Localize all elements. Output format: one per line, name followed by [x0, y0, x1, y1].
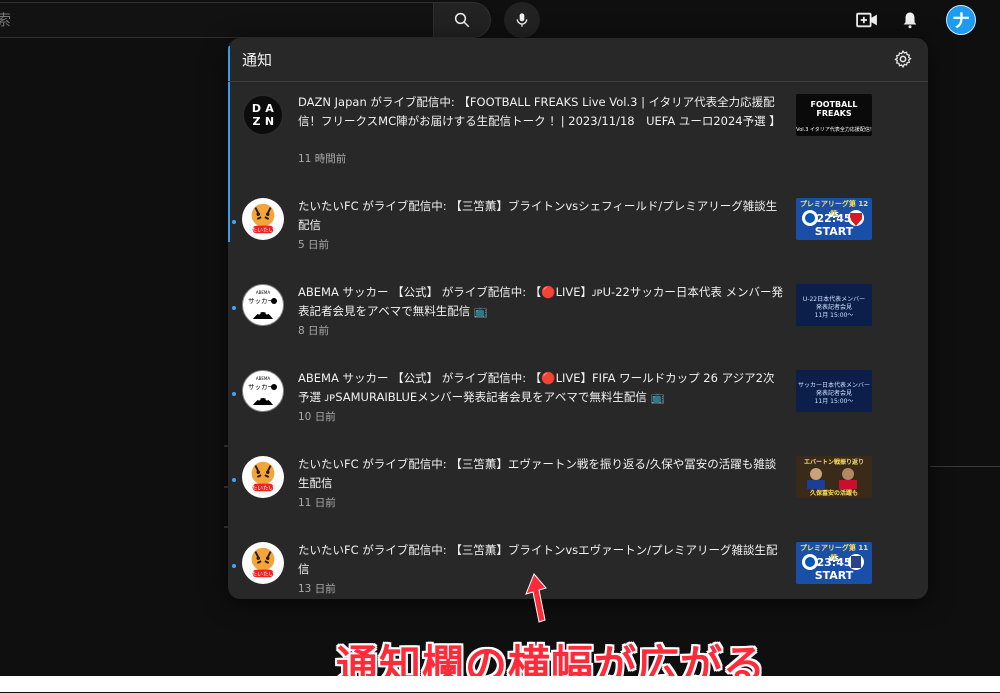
avatar-letter: ナ: [952, 11, 970, 32]
abema-soccer-icon: ABEMA サッカー: [248, 290, 277, 319]
video-create-icon: [856, 12, 877, 28]
notification-text: ABEMA サッカー 【公式】 がライブ配信中: 【🔴LIVE】FIFA ワール…: [298, 371, 775, 404]
thumb-date: 11月 15:00〜: [814, 312, 854, 319]
channel-avatar-dazn[interactable]: DAZN: [242, 94, 284, 136]
channel-avatar-taitai[interactable]: たいたい: [242, 542, 284, 584]
thumb-title-1: サッカー日本代表メンバー: [797, 382, 870, 389]
thumb-caption: Vol.3 イタリア代表全力応援配信!: [796, 127, 872, 133]
notification-item[interactable]: ABEMA サッカー ABEMA サッカー 【公式】 がライブ配信中: 【🔴LIV…: [228, 274, 928, 360]
players-image: [807, 468, 857, 489]
unread-indicator: [232, 220, 236, 224]
notification-thumbnail[interactable]: プレミアリーグ第 11 節 VS 23:45 START: [796, 542, 872, 584]
search-button[interactable]: [434, 2, 491, 38]
notification-time: 11 日前: [298, 497, 336, 509]
svg-text:サッカー: サッカー: [248, 383, 274, 391]
search-input[interactable]: [0, 3, 416, 37]
abema-soccer-icon: ABEMA サッカー: [248, 376, 277, 405]
svg-text:たいたい: たいたい: [252, 227, 275, 234]
thumb-title-2: 発表記者会見: [815, 390, 852, 397]
channel-avatar-taitai[interactable]: たいたい: [242, 456, 284, 498]
bottom-strip: [0, 676, 1000, 692]
thumb-title-2: 発表記者会見: [815, 304, 852, 311]
unread-indicator: [232, 392, 236, 396]
svg-text:サッカー: サッカー: [248, 297, 274, 305]
tiger-icon: たいたい: [251, 203, 275, 234]
mic-icon: [516, 13, 528, 27]
thumb-start-time: 22:45 START: [814, 212, 854, 238]
notifications-button[interactable]: [895, 6, 925, 34]
create-button[interactable]: [852, 6, 882, 34]
svg-text:ABEMA: ABEMA: [256, 376, 270, 381]
notification-item[interactable]: ABEMA サッカー ABEMA サッカー 【公式】 がライブ配信中: 【🔴LIV…: [228, 360, 928, 446]
notification-text: たいたいFC がライブ配信中: 【三笘薫】ブライトンvsシェフィールド/プレミア…: [298, 199, 778, 232]
svg-text:たいたい: たいたい: [252, 485, 275, 492]
background-divider: [930, 466, 1000, 467]
account-avatar[interactable]: ナ: [946, 5, 976, 35]
notification-text: DAZN Japan がライブ配信中: 【FOOTBALL FREAKS Liv…: [298, 95, 781, 128]
thumb-start-time: 23:45 START: [814, 556, 854, 582]
thumb-bottom-label: 久保冨安の活躍も: [809, 490, 858, 497]
voice-search-button[interactable]: [504, 2, 540, 38]
search-icon: [454, 12, 470, 28]
svg-text:ABEMA: ABEMA: [256, 290, 270, 295]
unread-indicator: [232, 564, 236, 568]
gear-icon: [894, 49, 912, 69]
annotation-arrow: [525, 573, 547, 623]
notification-text: ABEMA サッカー 【公式】 がライブ配信中: 【🔴LIVE】ᴊᴘU-22サッ…: [298, 285, 783, 318]
channel-avatar-abema[interactable]: ABEMA サッカー: [242, 370, 284, 412]
tiger-icon: たいたい: [251, 461, 275, 492]
notification-thumbnail[interactable]: エバートン戦振り返り 久保冨安の活躍も: [796, 456, 872, 498]
notification-time: 5 日前: [298, 239, 330, 251]
tiger-icon: たいたい: [251, 547, 275, 578]
svg-text:たいたい: たいたい: [252, 571, 275, 578]
notification-text: たいたいFC がライブ配信中: 【三笘薫】エヴァートン戦を振り返る/久保や冨安の…: [298, 457, 777, 490]
thumb-title-1: U-22日本代表メンバー: [802, 296, 866, 303]
notification-thumbnail[interactable]: プレミアリーグ第 12 節 VS 22:45 START: [796, 198, 872, 240]
channel-avatar-abema[interactable]: ABEMA サッカー: [242, 284, 284, 326]
thumb-date: 11月 15:00〜: [814, 398, 854, 405]
notification-time: 13 日前: [298, 583, 336, 595]
notification-time: 11 時間前: [298, 153, 347, 165]
search-box[interactable]: [0, 2, 434, 38]
bell-icon: [903, 12, 917, 29]
thumb-title-1: FOOTBALL: [810, 100, 858, 109]
thumb-title-2: FREAKS: [816, 109, 852, 118]
dazn-logo: DAZN: [251, 101, 275, 128]
panel-title: 通知: [242, 51, 273, 69]
notification-item[interactable]: たいたい たいたいFC がライブ配信中: 【三笘薫】エヴァートン戦を振り返る/久…: [228, 446, 928, 532]
notification-thumbnail[interactable]: FOOTBALL FREAKS Vol.3 イタリア代表全力応援配信!: [796, 94, 872, 136]
notification-time: 8 日前: [298, 325, 330, 337]
notification-settings-button[interactable]: [892, 48, 914, 70]
notification-item[interactable]: たいたい たいたいFC がライブ配信中: 【三笘薫】ブライトンvsエヴァートン/…: [228, 532, 928, 599]
channel-avatar-taitai[interactable]: たいたい: [242, 198, 284, 240]
panel-header: 通知: [228, 38, 928, 82]
notification-item[interactable]: たいたい たいたいFC がライブ配信中: 【三笘薫】ブライトンvsシェフィールド…: [228, 188, 928, 274]
notifications-panel: 通知 DAZN DAZN Japan がライブ配信中: 【FOOTBALL FR…: [228, 38, 928, 599]
notification-time: 10 日前: [298, 411, 336, 423]
notification-thumbnail[interactable]: U-22日本代表メンバー 発表記者会見 11月 15:00〜: [796, 284, 872, 326]
notification-thumbnail[interactable]: サッカー日本代表メンバー 発表記者会見 11月 15:00〜: [796, 370, 872, 412]
unread-indicator: [232, 478, 236, 482]
notification-item[interactable]: DAZN DAZN Japan がライブ配信中: 【FOOTBALL FREAK…: [228, 84, 928, 170]
unread-indicator: [232, 306, 236, 310]
